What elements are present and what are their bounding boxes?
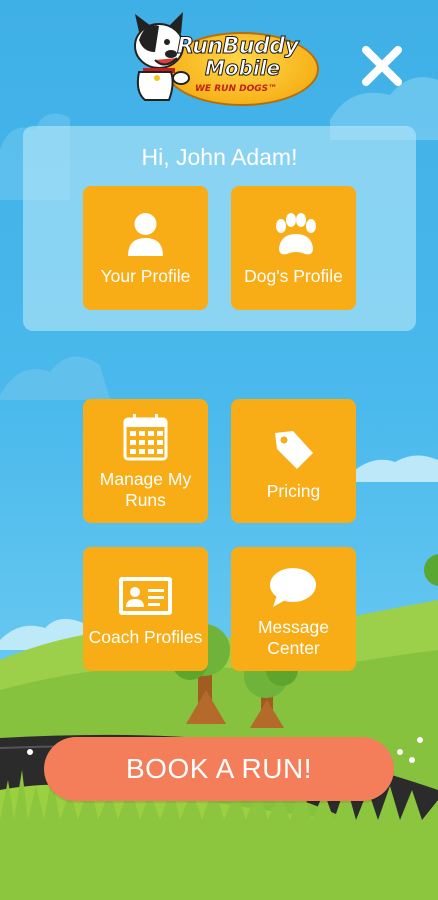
id-card-icon	[119, 577, 172, 615]
coach-profiles-label: Coach Profiles	[88, 627, 203, 647]
person-icon	[128, 213, 163, 256]
paw-icon	[276, 213, 316, 255]
pricing-label: Pricing	[266, 481, 321, 501]
logo-wordmark-line2: Mobile	[204, 56, 281, 81]
message-center-label: Message Center	[257, 617, 329, 658]
your-profile-label: Your Profile	[100, 266, 191, 286]
speech-bubble-icon	[270, 568, 316, 607]
calendar-icon	[123, 414, 168, 461]
manage-my-runs-label: Manage My Runs	[99, 469, 192, 510]
app-logo: RunBuddy Mobile WE RUN DOGS™	[125, 12, 319, 106]
dogs-profile-button[interactable]: Dog's Profile	[231, 186, 356, 310]
price-tag-icon	[275, 431, 313, 469]
logo-tagline: WE RUN DOGS™	[195, 84, 278, 94]
your-profile-button[interactable]: Your Profile	[83, 186, 208, 310]
book-a-run-label: BOOK A RUN!	[126, 753, 312, 784]
app-screen: RunBuddy Mobile WE RUN DOGS™ Hi, John Ad…	[0, 0, 438, 900]
greeting-text: Hi, John Adam!	[141, 144, 298, 170]
manage-my-runs-button[interactable]: Manage My Runs	[83, 399, 208, 523]
close-icon[interactable]	[360, 44, 404, 88]
dogs-profile-label: Dog's Profile	[244, 266, 343, 286]
message-center-button[interactable]: Message Center	[231, 547, 356, 671]
book-a-run-button[interactable]: BOOK A RUN!	[44, 737, 394, 801]
pricing-button[interactable]: Pricing	[231, 399, 356, 523]
coach-profiles-button[interactable]: Coach Profiles	[83, 547, 208, 671]
